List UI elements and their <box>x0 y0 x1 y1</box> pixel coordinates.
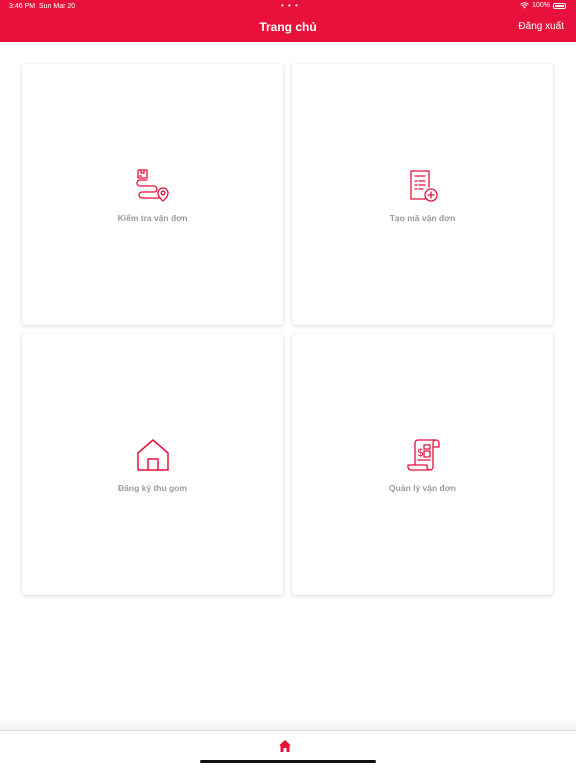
tabbar-shadow <box>0 716 576 730</box>
status-time-text: 3:46 PM <box>9 3 36 10</box>
home-icon[interactable] <box>278 739 292 753</box>
logout-button[interactable]: Đăng xuất <box>518 21 564 32</box>
card-create-waybill[interactable]: Tạo mã vận đơn <box>292 64 553 325</box>
status-date: Sun Mar 20 <box>38 3 76 10</box>
top-bar: 3:46 PM Sun Mar 20 • • • 100% Trang chủ … <box>0 0 576 42</box>
svg-text:$: $ <box>417 446 424 459</box>
wifi-icon <box>520 2 529 9</box>
card-label: Tạo mã vận đơn <box>389 212 456 223</box>
battery-icon <box>553 2 566 9</box>
receipt-manage-icon: $ <box>406 438 440 471</box>
route-tracking-icon <box>135 168 169 202</box>
card-label: Quản lý vận đơn <box>389 482 456 493</box>
status-indicators: 100% <box>520 2 566 9</box>
menu-grid: Kiểm tra vận đơn Tạo mã vận đơn Đăng ký … <box>22 64 553 595</box>
battery-percent: 100% <box>532 2 550 9</box>
home-pickup-icon <box>136 438 169 471</box>
card-label: Kiểm tra vận đơn <box>117 212 188 223</box>
status-time: 3:46 PM Sun Mar 20 <box>9 3 75 10</box>
multitask-dots[interactable]: • • • <box>281 1 299 10</box>
card-check-waybill[interactable]: Kiểm tra vận đơn <box>22 64 283 325</box>
create-document-icon <box>409 169 438 202</box>
card-manage-waybill[interactable]: $ Quản lý vận đơn <box>292 334 553 595</box>
home-indicator <box>200 760 376 763</box>
page-title: Trang chủ <box>259 20 317 34</box>
card-register-pickup[interactable]: Đăng ký thu gom <box>22 334 283 595</box>
card-label: Đăng ký thu gom <box>118 482 187 493</box>
status-bar: 3:46 PM Sun Mar 20 • • • 100% <box>0 0 576 14</box>
